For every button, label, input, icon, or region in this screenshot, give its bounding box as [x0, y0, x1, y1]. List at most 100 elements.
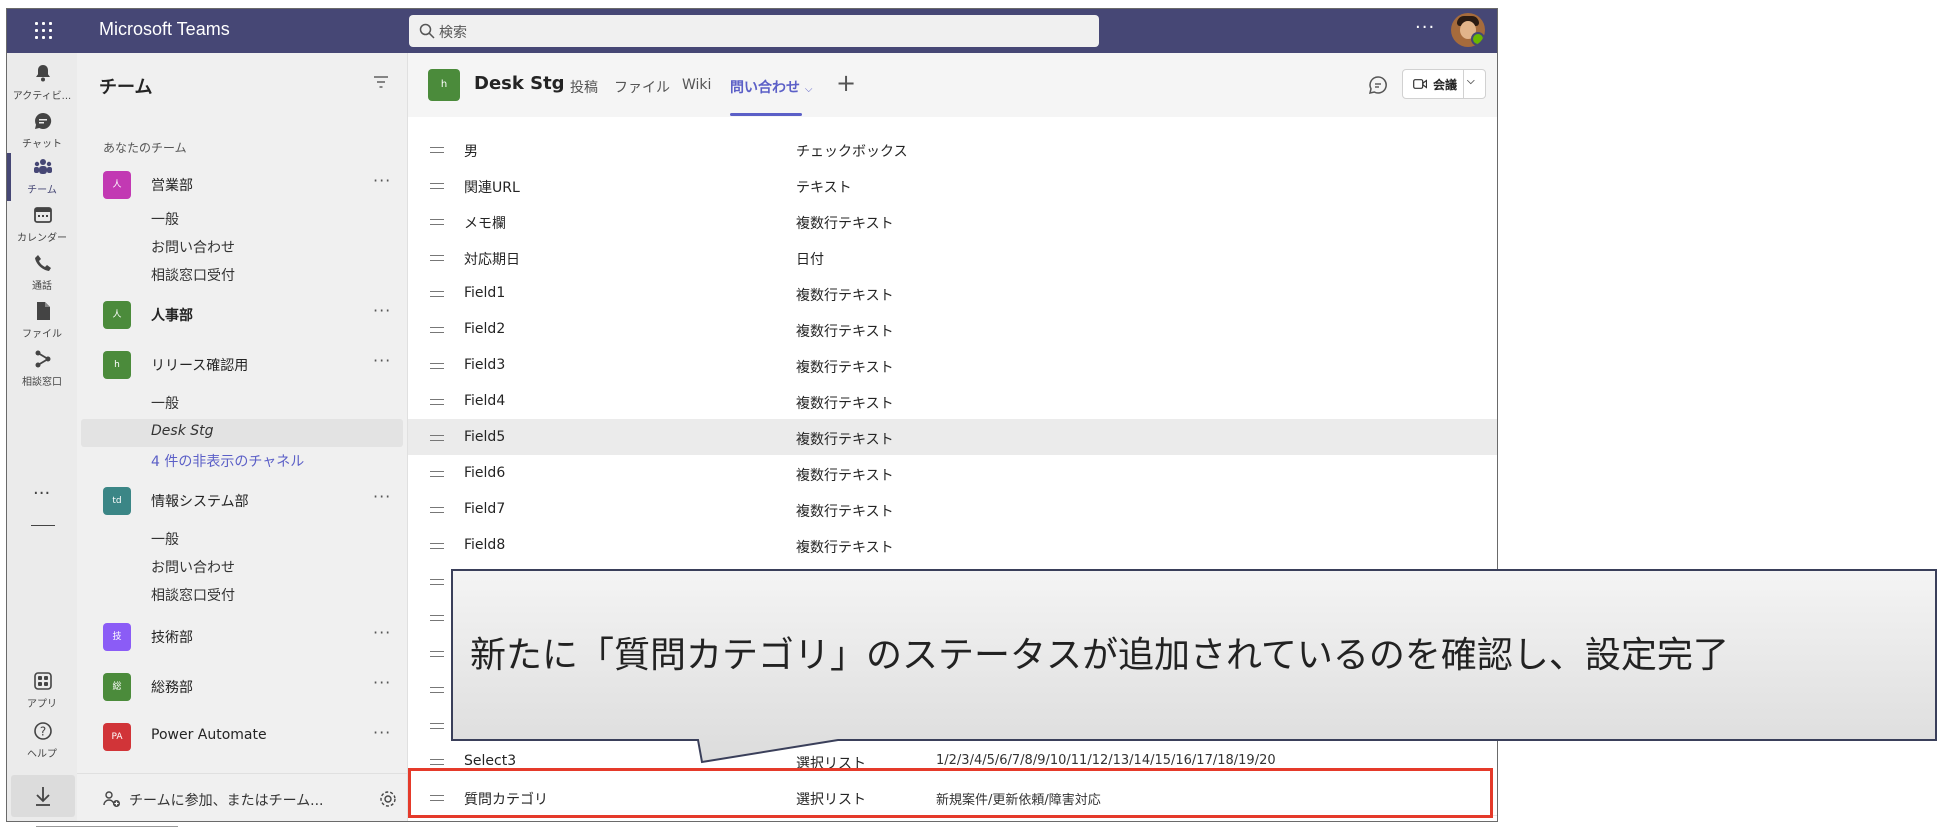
tab-posts[interactable]: 投稿	[570, 77, 598, 97]
field-name: 対応期日	[464, 252, 520, 268]
drag-handle-icon[interactable]	[430, 651, 444, 657]
table-row[interactable]: 対応期日 日付	[408, 239, 1497, 276]
table-row-hovered[interactable]: Field5 複数行テキスト	[408, 419, 1497, 456]
team-item[interactable]: 技 技術部 ···	[77, 619, 407, 655]
more-apps-icon[interactable]: ···	[33, 483, 50, 504]
rail-item-activity[interactable]: アクティビ...	[7, 57, 77, 109]
more-options-icon[interactable]: ···	[373, 487, 391, 506]
drag-handle-icon[interactable]	[430, 147, 444, 153]
rail-item-chat[interactable]: チャット	[7, 105, 77, 157]
drag-handle-icon[interactable]	[430, 471, 444, 477]
download-icon	[36, 787, 50, 806]
tab-label: 問い合わせ	[730, 80, 800, 96]
rail-label: チャット	[22, 139, 62, 150]
rail-item-teams[interactable]: チーム	[7, 151, 77, 203]
drag-handle-icon[interactable]	[430, 327, 444, 333]
team-item[interactable]: 総 総務部 ···	[77, 669, 407, 705]
more-options-icon[interactable]: ···	[373, 673, 391, 692]
channel-item[interactable]: お問い合わせ	[151, 557, 235, 577]
rail-item-apps[interactable]: アプリ	[7, 665, 77, 717]
rail-label: アプリ	[27, 699, 57, 710]
rail-item-calendar[interactable]: カレンダー	[7, 199, 77, 251]
table-row[interactable]: Field4 複数行テキスト	[408, 383, 1497, 420]
channel-item[interactable]: 相談窓口受付	[151, 585, 235, 605]
drag-handle-icon[interactable]	[430, 543, 444, 549]
join-create-team-bar[interactable]: チームに参加、またはチーム...	[77, 773, 407, 821]
field-type: 複数行テキスト	[796, 468, 894, 484]
table-row[interactable]: メモ欄 複数行テキスト	[408, 203, 1497, 240]
table-row[interactable]: Field6 複数行テキスト	[408, 455, 1497, 492]
table-row[interactable]: Field8 複数行テキスト	[408, 527, 1497, 564]
field-name: メモ欄	[464, 216, 506, 232]
rail-label: チーム	[27, 185, 57, 196]
rail-item-calls[interactable]: 通話	[7, 247, 77, 299]
rail-label: 相談窓口	[22, 377, 62, 388]
channel-item[interactable]: 一般	[151, 209, 179, 229]
help-icon: ?	[34, 722, 52, 740]
drag-handle-icon[interactable]	[430, 507, 444, 513]
drag-handle-icon[interactable]	[430, 579, 444, 585]
channel-item[interactable]: 一般	[151, 529, 179, 549]
channel-item[interactable]: 相談窓口受付	[151, 265, 235, 285]
channel-item-selected[interactable]: Desk Stg	[151, 423, 214, 439]
gear-icon[interactable]	[379, 790, 397, 808]
chevron-down-icon[interactable]: ⌵	[1467, 76, 1475, 87]
table-row[interactable]: Field2 複数行テキスト	[408, 311, 1497, 348]
download-button[interactable]	[11, 775, 75, 817]
more-options-icon[interactable]: ···	[373, 623, 391, 642]
meet-button[interactable]: 会議 ⌵	[1402, 69, 1486, 99]
drag-handle-icon[interactable]	[430, 723, 444, 729]
avatar[interactable]	[1451, 13, 1485, 47]
drag-handle-icon[interactable]	[430, 759, 444, 765]
tab-files[interactable]: ファイル	[614, 77, 670, 97]
team-item[interactable]: PA Power Automate ···	[77, 719, 407, 755]
table-row[interactable]: Field1 複数行テキスト	[408, 275, 1497, 312]
field-name: Field2	[464, 321, 506, 337]
add-team-icon	[103, 791, 120, 807]
hidden-channels-link[interactable]: 4 件の非表示のチャネル	[151, 451, 304, 471]
team-item[interactable]: td 情報システム部 ···	[77, 483, 407, 519]
more-options-icon[interactable]: ···	[1415, 17, 1435, 38]
filter-icon[interactable]	[373, 75, 389, 89]
conversation-icon[interactable]	[1368, 75, 1388, 95]
presence-available-icon	[1471, 32, 1485, 46]
more-options-icon[interactable]: ···	[373, 171, 391, 190]
add-tab-icon[interactable]: +	[836, 69, 856, 97]
field-name: Field1	[464, 285, 506, 301]
drag-handle-icon[interactable]	[430, 183, 444, 189]
table-row[interactable]: 関連URL テキスト	[408, 167, 1497, 204]
field-name: Field7	[464, 501, 506, 517]
drag-handle-icon[interactable]	[430, 291, 444, 297]
rail-item-files[interactable]: ファイル	[7, 295, 77, 347]
team-item[interactable]: 人 営業部 ···	[77, 167, 407, 203]
rail-label: カレンダー	[17, 233, 67, 244]
tab-inquiries[interactable]: 問い合わせ ⌵	[730, 77, 812, 97]
table-row[interactable]: Field7 複数行テキスト	[408, 491, 1497, 528]
team-item[interactable]: 人 人事部 ···	[77, 297, 407, 333]
teams-panel: チーム あなたのチーム 人 営業部 ··· 一般 お問い合わせ 相談窓口受付 人…	[77, 53, 408, 821]
field-name: Field8	[464, 537, 506, 553]
more-options-icon[interactable]: ···	[373, 723, 391, 742]
table-row[interactable]: Field3 複数行テキスト	[408, 347, 1497, 384]
drag-handle-icon[interactable]	[430, 399, 444, 405]
table-row[interactable]	[408, 117, 1497, 132]
drag-handle-icon[interactable]	[430, 687, 444, 693]
rail-item-help[interactable]: ? ヘルプ	[7, 715, 77, 767]
search-input[interactable]: 検索	[409, 15, 1099, 47]
drag-handle-icon[interactable]	[430, 615, 444, 621]
rail-item-consult[interactable]: 相談窓口	[7, 343, 77, 395]
channel-item[interactable]: 一般	[151, 393, 179, 413]
more-options-icon[interactable]: ···	[373, 301, 391, 320]
drag-handle-icon[interactable]	[430, 219, 444, 225]
tab-wiki[interactable]: Wiki	[682, 77, 711, 93]
app-launcher-icon[interactable]	[35, 22, 53, 40]
channel-item[interactable]: お問い合わせ	[151, 237, 235, 257]
drag-handle-icon[interactable]	[430, 435, 444, 441]
team-item[interactable]: h リリース確認用 ···	[77, 347, 407, 383]
drag-handle-icon[interactable]	[430, 255, 444, 261]
table-row[interactable]: 男 チェックボックス	[408, 131, 1497, 168]
more-options-icon[interactable]: ···	[373, 351, 391, 370]
decorative-line	[36, 826, 178, 827]
field-type: 複数行テキスト	[796, 324, 894, 340]
drag-handle-icon[interactable]	[430, 363, 444, 369]
